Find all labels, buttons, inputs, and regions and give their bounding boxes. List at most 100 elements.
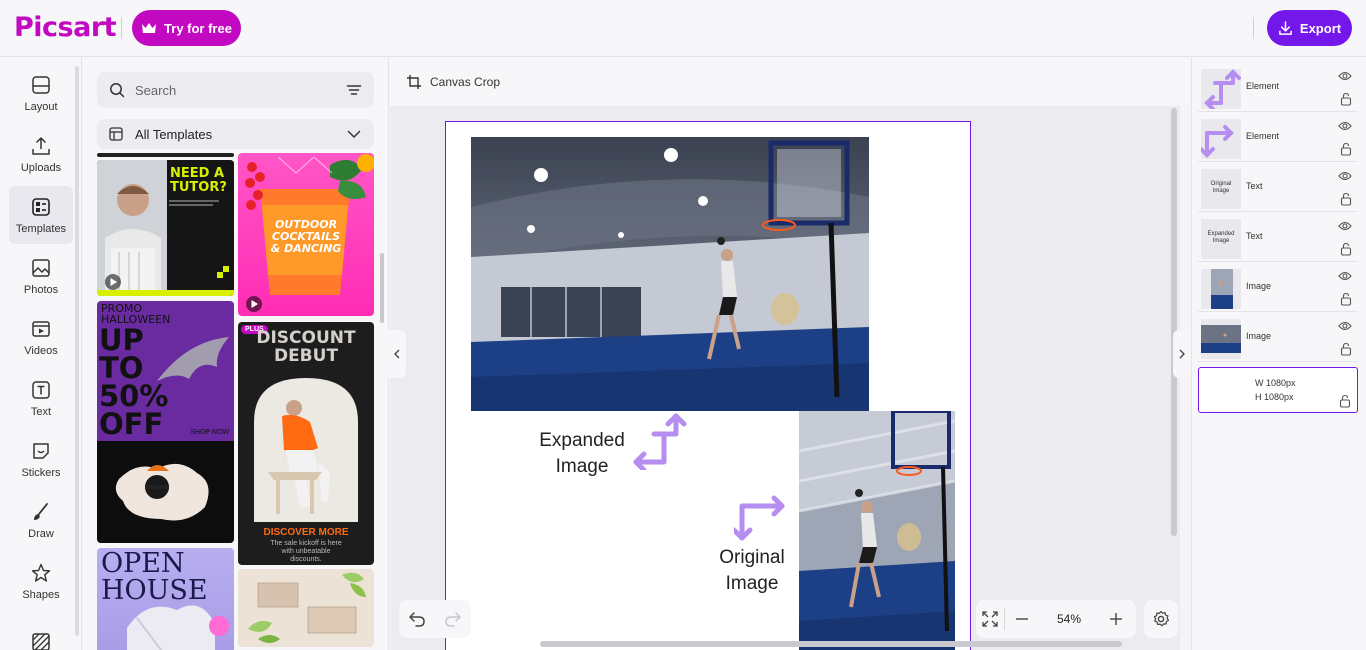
eye-icon[interactable] (1338, 270, 1352, 282)
rail-item-pattern[interactable] (9, 613, 73, 650)
rail-item-layout[interactable]: Layout (9, 64, 73, 122)
undo-icon[interactable] (408, 611, 426, 627)
original-arrows-icon (734, 495, 785, 541)
download-icon (1279, 20, 1292, 35)
picsart-logo[interactable]: Picsart (14, 12, 117, 43)
layer-row[interactable]: Element (1198, 66, 1358, 112)
export-label: Export (1299, 20, 1342, 36)
lock-icon[interactable] (1340, 92, 1352, 106)
layer-thumbnail (1201, 69, 1241, 109)
rail-item-photos[interactable]: Photos (9, 247, 73, 305)
rail-item-templates[interactable]: Templates (9, 186, 73, 244)
layer-row[interactable]: Element (1198, 116, 1358, 162)
layer-name: Text (1246, 231, 1263, 241)
canvas-crop-button[interactable]: Canvas Crop (406, 74, 500, 90)
chevron-down-icon (347, 130, 361, 139)
stickers-icon (33, 442, 49, 459)
halloween-shop-now: SHOP NOW (190, 429, 229, 436)
canvas-stage[interactable]: Expanded Image Original Image (390, 106, 1180, 650)
photos-icon (32, 258, 50, 277)
rail-label: Templates (15, 222, 67, 235)
layer-name: Image (1246, 331, 1272, 341)
rail-label: Draw (28, 527, 54, 540)
try-for-free-button[interactable]: Try for free (132, 10, 241, 46)
template-thumb-cocktails[interactable]: OUTDOOR COCKTAILS & DANCING (238, 153, 374, 316)
canvas-vertical-scrollbar[interactable] (1171, 108, 1177, 536)
rail-label: Text (30, 405, 52, 418)
layer-thumb-text: Expanded Image (1201, 231, 1241, 245)
artboard[interactable]: Expanded Image Original Image (445, 121, 971, 650)
pattern-icon (32, 633, 50, 650)
eye-icon[interactable] (1338, 170, 1352, 182)
shapes-icon (31, 563, 51, 582)
zoom-level[interactable]: 54% (1039, 612, 1099, 626)
collapse-left-panel-button[interactable] (388, 330, 406, 378)
divider (121, 17, 122, 39)
layer-row[interactable]: Expanded Image Text (1198, 216, 1358, 262)
leaves-artwork (248, 572, 366, 643)
search-input[interactable] (135, 82, 335, 98)
lock-icon[interactable] (1340, 142, 1352, 156)
layer-row-background[interactable]: W 1080px H 1080px (1198, 367, 1358, 413)
discount-subtext-line: discounts. (290, 556, 322, 563)
template-thumb-discount[interactable]: PLUS DISCOUNT DEBUT DISCOVER MORE The sa… (238, 322, 374, 565)
expanded-image-label[interactable]: Expanded Image (524, 428, 640, 480)
original-image-label[interactable]: Original Image (701, 545, 803, 597)
gym-photo-expanded (471, 137, 869, 411)
halloween-line: 50% (99, 379, 169, 413)
lock-icon[interactable] (1340, 242, 1352, 256)
lock-icon[interactable] (1340, 192, 1352, 206)
gym-thumb (1201, 325, 1241, 353)
rail-item-shapes[interactable]: Shapes (9, 552, 73, 610)
lock-icon[interactable] (1340, 292, 1352, 306)
arrows-thumb (1204, 69, 1241, 109)
fit-to-screen-button[interactable] (976, 611, 1004, 627)
zoom-controls: 54% (976, 600, 1136, 638)
original-image[interactable] (798, 409, 956, 650)
canvas-settings-button[interactable] (1144, 600, 1178, 638)
panel-scrollbar[interactable] (380, 253, 384, 323)
history-controls (399, 600, 471, 638)
eye-icon[interactable] (1338, 320, 1352, 332)
canvas-horizontal-scrollbar[interactable] (540, 641, 1122, 647)
eye-icon[interactable] (1338, 220, 1352, 232)
rail-label: Stickers (21, 466, 61, 479)
layer-row[interactable]: Image (1198, 266, 1358, 312)
zoom-in-button[interactable] (1099, 612, 1133, 626)
rail-label: Layout (24, 100, 58, 113)
filter-icon[interactable] (346, 82, 362, 98)
expanded-image[interactable] (471, 137, 869, 411)
export-button[interactable]: Export (1267, 10, 1352, 46)
try-for-free-label: Try for free (164, 20, 232, 36)
rail-item-stickers[interactable]: Stickers (9, 430, 73, 488)
layers-panel: Element Element Original Image Text Expa… (1191, 58, 1366, 650)
rail-item-text[interactable]: Text (9, 369, 73, 427)
rail-label: Uploads (20, 161, 62, 174)
template-category-select[interactable]: All Templates (97, 119, 374, 149)
collapse-right-panel-button[interactable] (1173, 330, 1191, 378)
zoom-out-button[interactable] (1005, 612, 1039, 626)
template-thumb-leaves[interactable] (238, 569, 374, 647)
rail-item-draw[interactable]: Draw (9, 491, 73, 549)
eye-icon[interactable] (1338, 120, 1352, 132)
template-thumb-partial[interactable] (97, 153, 234, 157)
picsart-editor: Picsart Try for free Export Layout Uploa… (0, 0, 1366, 650)
rail-item-uploads[interactable]: Uploads (9, 125, 73, 183)
template-thumb-tutor[interactable]: NEED A TUTOR? (97, 160, 234, 296)
redo-icon[interactable] (444, 611, 462, 627)
template-thumb-open-house[interactable]: OPEN HOUSE (97, 548, 234, 650)
videos-icon (32, 320, 50, 337)
lock-icon[interactable] (1339, 394, 1351, 408)
expanded-label-line: Image (555, 456, 609, 477)
eye-icon[interactable] (1338, 70, 1352, 82)
lock-icon[interactable] (1340, 342, 1352, 356)
layer-row[interactable]: Original Image Text (1198, 166, 1358, 212)
gear-icon (1153, 610, 1170, 627)
search-box[interactable] (97, 72, 374, 108)
template-thumb-halloween[interactable]: PROMO HALLOWEEN UP TO 50% OFF SHOP NOW (97, 301, 234, 543)
layer-name: Text (1246, 181, 1263, 191)
template-category-value: All Templates (135, 126, 213, 142)
rail-scrollbar[interactable] (75, 66, 79, 636)
rail-item-videos[interactable]: Videos (9, 308, 73, 366)
layer-row[interactable]: Image (1198, 316, 1358, 362)
